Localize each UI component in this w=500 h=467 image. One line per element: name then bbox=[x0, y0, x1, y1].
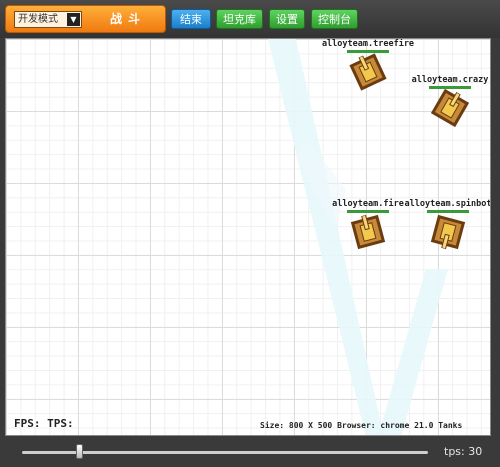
status-line: Size: 800 X 500 Browser: chrome 21.0 Tan… bbox=[260, 421, 463, 430]
mode-select-value: 开发模式 bbox=[18, 14, 58, 25]
radar-beam-2 bbox=[378, 269, 448, 435]
mode-panel: 开发模式 ▼ 战斗 bbox=[5, 5, 166, 33]
tank-name: alloyteam.spinbot bbox=[404, 199, 491, 209]
top-toolbar: 开发模式 ▼ 战斗 结束 坦克库 设置 控制台 bbox=[0, 0, 500, 38]
tank-library-button[interactable]: 坦克库 bbox=[216, 9, 263, 29]
fight-button[interactable]: 战斗 bbox=[98, 10, 158, 29]
tank-name: alloyteam.treefire bbox=[321, 39, 415, 49]
end-button[interactable]: 结束 bbox=[171, 9, 211, 29]
speed-slider-thumb[interactable] bbox=[75, 444, 83, 459]
console-button[interactable]: 控制台 bbox=[311, 9, 358, 29]
tank-health-bar bbox=[427, 210, 469, 213]
bottom-bar: tps: 30 bbox=[0, 437, 500, 467]
tank-name: alloyteam.crazy bbox=[411, 75, 489, 85]
tank[interactable]: alloyteam.spinbot bbox=[358, 199, 491, 250]
fps-readout: FPS: TPS: bbox=[14, 417, 74, 430]
battle-arena[interactable]: alloyteam.treefire alloyteam.crazy alloy… bbox=[5, 38, 491, 436]
speed-slider-track[interactable] bbox=[22, 451, 428, 454]
settings-button[interactable]: 设置 bbox=[269, 9, 305, 29]
tank-sprite bbox=[430, 88, 470, 128]
mode-select[interactable]: 开发模式 ▼ bbox=[14, 11, 82, 28]
tps-readout: tps: 30 bbox=[444, 445, 483, 458]
tank-sprite bbox=[430, 214, 466, 250]
tank[interactable]: alloyteam.crazy bbox=[360, 75, 490, 128]
chevron-down-icon[interactable]: ▼ bbox=[67, 13, 80, 26]
